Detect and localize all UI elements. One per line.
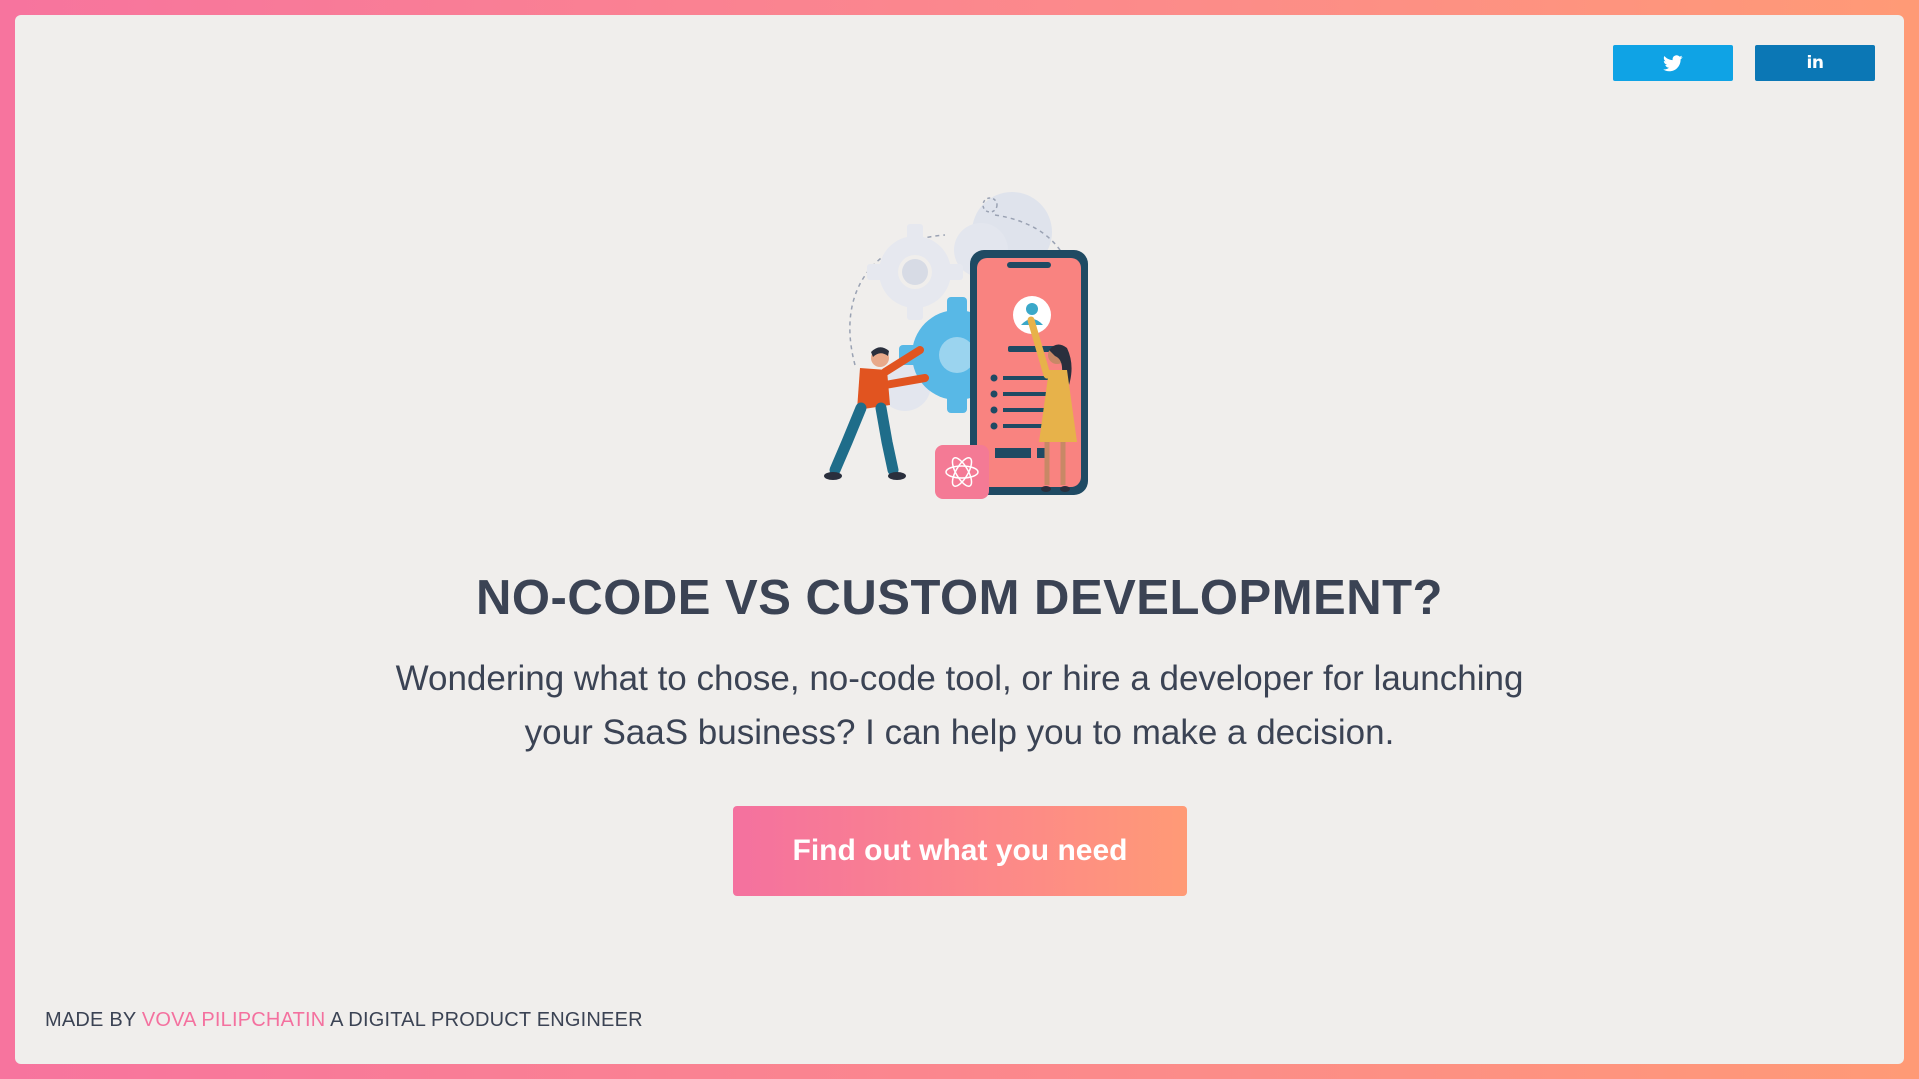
twitter-share-button[interactable]	[1613, 45, 1733, 81]
twitter-bird-icon	[1663, 54, 1683, 71]
page-title: NO-CODE VS CUSTOM DEVELOPMENT?	[476, 571, 1443, 625]
linkedin-icon: in	[1806, 53, 1824, 73]
footer-prefix: MADE BY	[45, 1009, 137, 1031]
people-building-mobile-app-illustration	[824, 192, 1088, 499]
find-out-what-you-need-button[interactable]: Find out what you need	[733, 806, 1187, 896]
footer-suffix: A DIGITAL PRODUCT ENGINEER	[330, 1009, 643, 1031]
footer-credits: MADE BY VOVA PILIPCHATIN A DIGITAL PRODU…	[45, 1009, 643, 1032]
page-frame: in NO-CODE VS CUSTOM DEVELOPMENT? Wonder…	[15, 15, 1904, 1064]
linkedin-share-button[interactable]: in	[1755, 45, 1875, 81]
hero-description: Wondering what to chose, no-code tool, o…	[395, 659, 1524, 752]
author-link[interactable]: VOVA PILIPCHATIN	[142, 1009, 326, 1031]
